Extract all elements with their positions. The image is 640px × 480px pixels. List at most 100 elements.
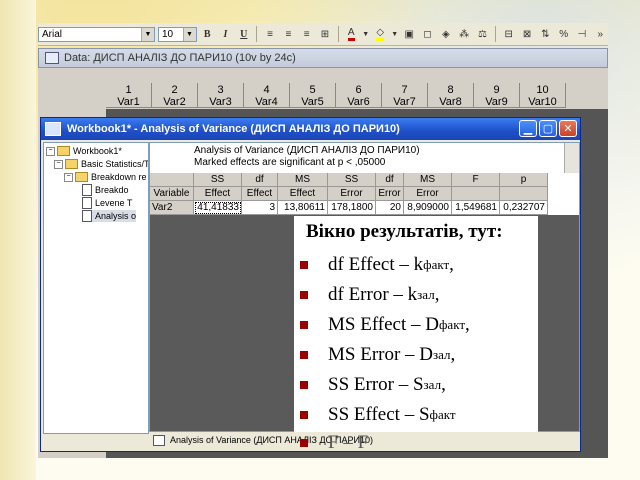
toolbar-separator: [337, 26, 339, 42]
list-item-text: MS Effect – D: [328, 314, 439, 335]
tree-node-levene[interactable]: Levene T: [82, 197, 132, 209]
column-header[interactable]: 2 Var2: [152, 83, 198, 108]
table-row: Var2 41,41833 3 13,80611 178,1800 20 8,9…: [150, 201, 548, 215]
list-item-subscript: факт: [429, 407, 456, 422]
font-size-combo[interactable]: 10 ▼: [158, 26, 197, 42]
tree-node-label: Levene T: [95, 198, 133, 208]
align-center-icon[interactable]: ≡: [281, 26, 296, 42]
underline-icon[interactable]: U: [236, 26, 251, 42]
column-header[interactable]: [500, 187, 548, 201]
tree-node-analysis-selected[interactable]: Analysis o: [82, 210, 137, 222]
column-number: 2: [171, 84, 178, 96]
column-header[interactable]: p: [500, 173, 548, 187]
link-icon[interactable]: ◈: [438, 26, 453, 42]
random-icon[interactable]: ⁂: [456, 26, 471, 42]
table-cell[interactable]: 13,80611: [278, 201, 328, 215]
table-cell[interactable]: 0,232707: [500, 201, 548, 215]
tree-node-breakdown[interactable]: − Breakdown re: [64, 171, 147, 183]
sort-icon[interactable]: ⇅: [538, 26, 553, 42]
column-header[interactable]: Error: [376, 187, 404, 201]
collapse-icon[interactable]: −: [46, 146, 55, 156]
column-header[interactable]: F: [452, 173, 500, 187]
table-cell[interactable]: 3: [242, 201, 278, 215]
column-header-row: 1 Var1 2 Var2 3 Var3 4 Var4 5 Var5 6 Var6 7 Var7 8 Var8…: [106, 83, 566, 108]
cell-icon[interactable]: ▣: [402, 26, 417, 42]
column-header[interactable]: [452, 187, 500, 201]
column-header[interactable]: 5 Var5: [290, 83, 336, 108]
list-item: df Effect – k факт,: [300, 250, 470, 280]
fill-color-icon[interactable]: ◇: [373, 26, 388, 42]
list-item: MS Effect – Dфакт,: [300, 310, 470, 340]
window-controls: ▁ ▢ ✕: [519, 120, 577, 137]
table-icon[interactable]: ⊟: [501, 26, 516, 42]
bullet-icon: [300, 321, 308, 329]
table-cell[interactable]: 20: [376, 201, 404, 215]
column-header[interactable]: 7 Var7: [382, 83, 428, 108]
column-header[interactable]: [150, 173, 194, 187]
chevron-down-icon[interactable]: ▼: [362, 26, 370, 42]
chevron-down-icon[interactable]: ▼: [141, 27, 154, 41]
font-name-combo[interactable]: Arial ▼: [38, 26, 155, 42]
column-header[interactable]: df: [242, 173, 278, 187]
column-header[interactable]: Error: [328, 187, 376, 201]
list-item-text: SS Error – S: [328, 374, 424, 395]
workbook-titlebar[interactable]: Workbook1* - Analysis of Variance (ДИСП …: [41, 118, 580, 140]
weight-icon[interactable]: ⚖: [475, 26, 490, 42]
table-cell[interactable]: 1,549681: [452, 201, 500, 215]
column-header[interactable]: 3 Var3: [198, 83, 244, 108]
column-name: Var7: [393, 96, 416, 108]
more-tools-icon[interactable]: »: [593, 26, 608, 42]
column-header[interactable]: 6 Var6: [336, 83, 382, 108]
maximize-button[interactable]: ▢: [539, 120, 557, 137]
table-cell[interactable]: 8,909000: [404, 201, 452, 215]
data-window-titlebar[interactable]: Data: ДИСП АНАЛІЗ ДО ПАРИ10 (10v by 24c): [38, 48, 608, 68]
column-header[interactable]: 8 Var8: [428, 83, 474, 108]
row-header[interactable]: Var2: [150, 201, 194, 215]
column-header[interactable]: 4 Var4: [244, 83, 290, 108]
list-item: SS Effect – Sфакт: [300, 400, 470, 430]
chevron-down-icon[interactable]: ▼: [182, 27, 196, 41]
slide-side-decoration: [0, 0, 36, 480]
list-item-subscript: зал: [417, 287, 435, 302]
column-header[interactable]: MS: [278, 173, 328, 187]
tree-node-basic-statistics[interactable]: − Basic Statistics/Ta: [54, 158, 148, 170]
italic-icon[interactable]: I: [218, 26, 233, 42]
percent-icon[interactable]: %: [556, 26, 571, 42]
column-header[interactable]: Effect: [194, 187, 242, 201]
folder-icon: [75, 172, 88, 182]
minimize-button[interactable]: ▁: [519, 120, 537, 137]
column-name: Var4: [255, 96, 278, 108]
list-item-subscript: зал: [423, 377, 442, 392]
column-header[interactable]: 10 Var10: [520, 83, 566, 108]
tree-node-breakdown-sheet[interactable]: Breakdo: [82, 184, 129, 196]
column-header[interactable]: Error: [404, 187, 452, 201]
font-name-value: Arial: [42, 28, 63, 40]
table-cell[interactable]: 178,1800: [328, 201, 376, 215]
collapse-icon[interactable]: −: [64, 172, 73, 182]
close-button[interactable]: ✕: [559, 120, 577, 137]
font-color-icon[interactable]: A: [344, 26, 359, 42]
column-header[interactable]: Effect: [242, 187, 278, 201]
column-header[interactable]: 9 Var9: [474, 83, 520, 108]
column-header[interactable]: df: [376, 173, 404, 187]
align-left-icon[interactable]: ≡: [262, 26, 277, 42]
column-header[interactable]: SS: [328, 173, 376, 187]
variable-icon[interactable]: ⊣: [574, 26, 589, 42]
workbook-tree: − Workbook1* − Basic Statistics/Ta − Bre…: [43, 142, 149, 434]
align-right-icon[interactable]: ≡: [299, 26, 314, 42]
column-header[interactable]: MS: [404, 173, 452, 187]
column-header[interactable]: Variable: [150, 187, 194, 201]
shape-icon[interactable]: ◻: [420, 26, 435, 42]
column-icon[interactable]: ⊠: [519, 26, 534, 42]
table-cell-selected[interactable]: 41,41833: [194, 201, 242, 215]
bold-icon[interactable]: B: [200, 26, 215, 42]
chevron-down-icon[interactable]: ▼: [391, 26, 399, 42]
column-header[interactable]: Effect: [278, 187, 328, 201]
column-header[interactable]: SS: [194, 173, 242, 187]
tree-node-workbook[interactable]: − Workbook1*: [46, 145, 122, 157]
collapse-icon[interactable]: −: [54, 159, 63, 169]
column-header[interactable]: 1 Var1: [106, 83, 152, 108]
note-scrollbar[interactable]: [564, 143, 579, 173]
merge-icon[interactable]: ⊞: [317, 26, 332, 42]
column-number: 9: [493, 84, 500, 96]
